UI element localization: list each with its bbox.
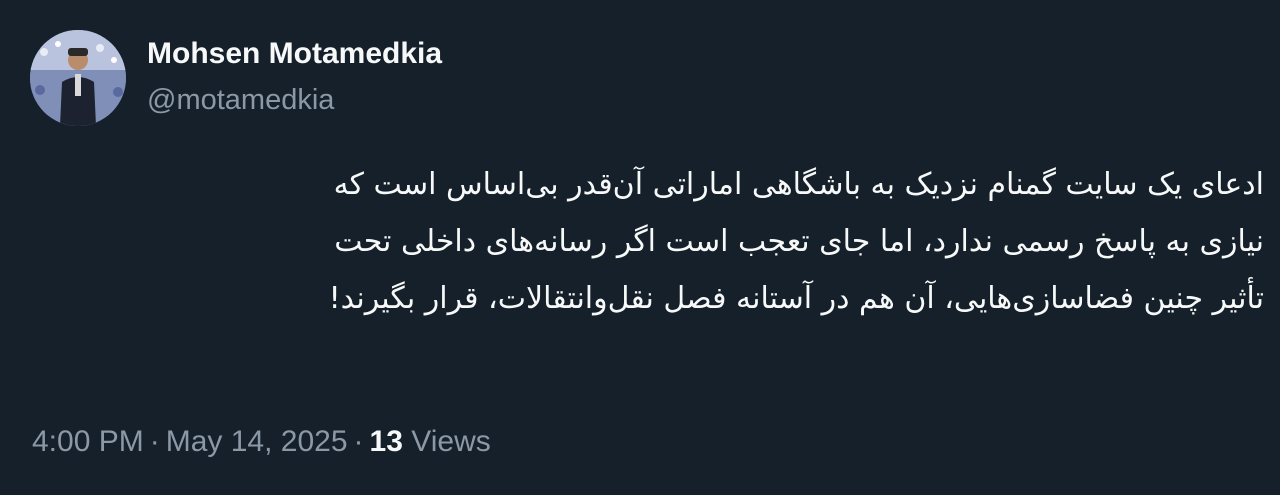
avatar[interactable] [30, 30, 126, 126]
tweet-text-line: ادعای یک سایت گمنام نزدیک به باشگاهی اما… [333, 167, 1264, 202]
meta-separator: · [149, 425, 160, 458]
tweet-date[interactable]: May 14, 2025 [166, 425, 348, 458]
tweet-text-line: تأثیر چنین فضاسازی‌هایی، آن هم در آستانه… [328, 281, 1264, 316]
tweet-time[interactable]: 4:00 PM [32, 425, 144, 458]
views-label: Views [411, 425, 491, 458]
author-handle[interactable]: @motamedkia [147, 80, 334, 120]
author-display-name[interactable]: Mohsen Motamedkia [147, 34, 442, 74]
tweet-card: Mohsen Motamedkia @motamedkia ادعای یک س… [0, 0, 1280, 495]
views-count[interactable]: 13 [370, 425, 403, 458]
meta-separator: · [353, 425, 364, 458]
tweet-text: ادعای یک سایت گمنام نزدیک به باشگاهی اما… [24, 156, 1264, 327]
tweet-meta: 4:00 PM · May 14, 2025 · 13 Views [32, 422, 491, 462]
avatar-photo-icon [30, 30, 126, 126]
tweet-text-line: نیازی به پاسخ رسمی ندارد، اما جای تعجب ا… [334, 224, 1264, 259]
